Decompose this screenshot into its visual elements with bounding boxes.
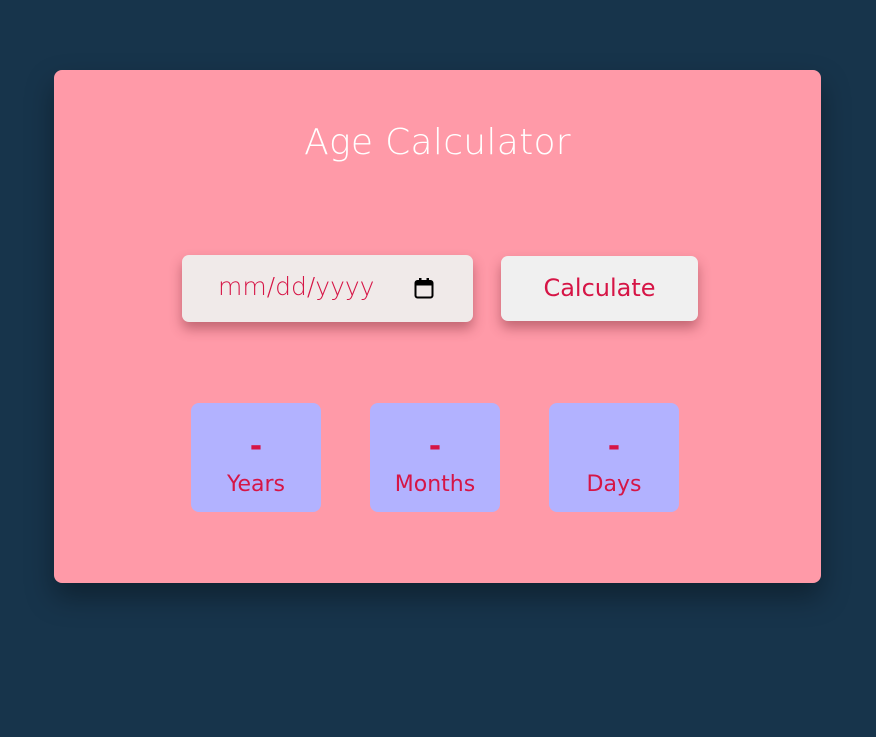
date-of-birth-input[interactable]: mm/dd/yyyy: [182, 255, 473, 322]
years-result-box: - Years: [191, 403, 321, 512]
months-label: Months: [394, 472, 476, 497]
page-title: Age Calculator: [304, 122, 571, 163]
years-label: Years: [226, 472, 286, 497]
months-result-box: - Months: [370, 403, 500, 512]
calculate-button[interactable]: Calculate: [501, 256, 698, 321]
age-calculator-card: Age Calculator mm/dd/yyyy Calculate - Ye…: [54, 70, 821, 583]
days-label: Days: [586, 472, 642, 497]
years-value: -: [249, 429, 263, 464]
months-value: -: [428, 429, 442, 464]
date-input-placeholder: mm/dd/yyyy: [218, 272, 375, 301]
days-result-box: - Days: [549, 403, 679, 512]
calendar-icon[interactable]: [414, 277, 434, 299]
days-value: -: [607, 429, 621, 464]
